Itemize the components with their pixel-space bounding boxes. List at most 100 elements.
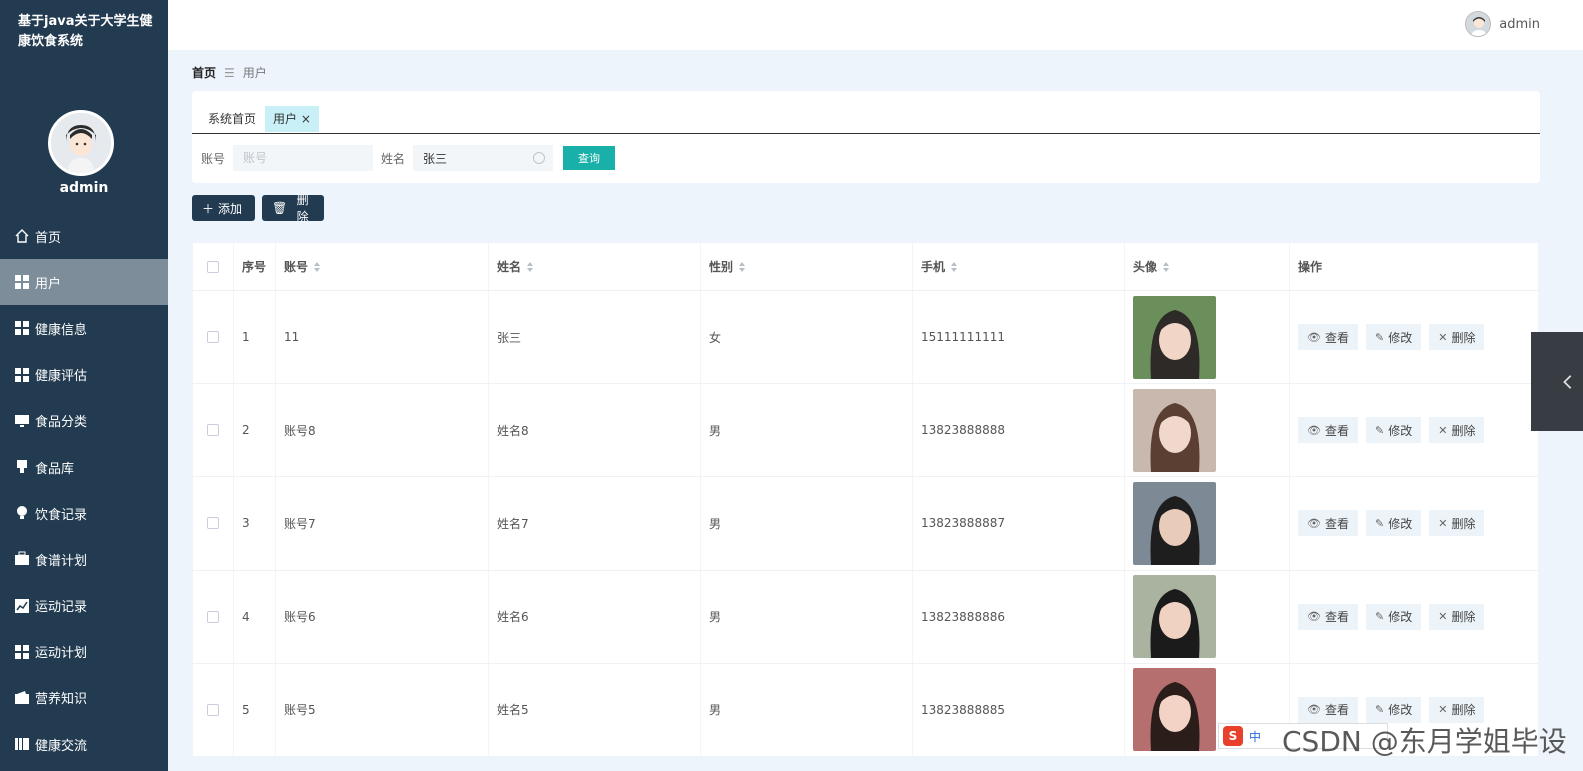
- edit-button[interactable]: ✎ 修改: [1365, 417, 1422, 444]
- user-photo: [1133, 295, 1216, 379]
- sidebar-item[interactable]: 用户: [0, 259, 168, 306]
- delete-button[interactable]: ✕ 删除: [1429, 417, 1485, 444]
- delete-label: 删除: [296, 193, 309, 224]
- close-icon: ✕: [1438, 423, 1448, 437]
- grid-icon: [14, 320, 30, 336]
- view-button[interactable]: 👁 查看: [1298, 417, 1358, 444]
- view-button[interactable]: 👁 查看: [1298, 324, 1358, 351]
- cell-avatar: [1125, 291, 1290, 384]
- cell-index: 5: [234, 663, 276, 756]
- edit-button[interactable]: ✎ 修改: [1365, 696, 1422, 723]
- view-button[interactable]: 👁 查看: [1298, 603, 1358, 630]
- tab-bar: 系统首页 用户 ×: [192, 106, 1540, 134]
- header-name[interactable]: 姓名: [489, 243, 701, 290]
- tab-users[interactable]: 用户 ×: [265, 106, 319, 132]
- row-checkbox[interactable]: [193, 384, 234, 477]
- cell-phone: 13823888888: [913, 384, 1125, 477]
- sidebar-item[interactable]: 食品库: [0, 444, 168, 490]
- collapse-toggle[interactable]: [1531, 332, 1583, 431]
- row-checkbox[interactable]: [193, 477, 234, 570]
- user-photo: [1133, 388, 1216, 472]
- cell-account: 账号6: [276, 570, 489, 663]
- select-all-checkbox[interactable]: [193, 243, 234, 290]
- sidebar-item-label: 食谱计划: [35, 553, 88, 569]
- batch-delete-button[interactable]: 🗑 删除: [262, 193, 324, 224]
- edit-button[interactable]: ✎ 修改: [1365, 324, 1422, 351]
- grid-icon: [14, 644, 30, 660]
- row-checkbox[interactable]: [193, 663, 234, 756]
- edit-button[interactable]: ✎ 修改: [1365, 603, 1422, 630]
- cell-name: 姓名8: [489, 384, 701, 477]
- delete-button[interactable]: ✕ 删除: [1429, 603, 1485, 630]
- bulb-icon: [14, 505, 30, 521]
- close-icon: ✕: [1438, 610, 1448, 624]
- ime-lang: 中: [1249, 729, 1262, 744]
- edit-icon: ✎: [1374, 330, 1385, 344]
- close-icon[interactable]: ×: [297, 112, 311, 126]
- breadcrumb-home[interactable]: 首页: [192, 64, 216, 81]
- delete-button[interactable]: ✕ 删除: [1429, 324, 1485, 351]
- query-button[interactable]: 查询: [563, 146, 616, 170]
- table-row: 1 11 张三女 15111111111 👁 查看 ✎ 修改 ✕ 删除: [193, 291, 1538, 385]
- user-photo: [1133, 668, 1216, 752]
- cell-phone: 15111111111: [913, 291, 1125, 384]
- header-account[interactable]: 账号: [276, 243, 489, 290]
- cell-ops: 👁 查看 ✎ 修改 ✕ 删除: [1290, 571, 1538, 663]
- table-row: 2 账号8 姓名8 男 13823888888 👁 查看 ✎ 修改 ✕ 删除: [193, 384, 1538, 478]
- edit-icon: ✎: [1374, 610, 1385, 624]
- sidebar-username: admin: [59, 180, 109, 196]
- row-checkbox[interactable]: [193, 291, 234, 384]
- clear-icon[interactable]: [533, 152, 546, 164]
- user-menu[interactable]: admin: [1465, 11, 1540, 37]
- sort-icon[interactable]: [1163, 261, 1170, 272]
- sidebar-item[interactable]: 营养知识: [0, 675, 168, 721]
- grid-icon: [14, 367, 30, 383]
- eye-icon: 👁: [1307, 330, 1321, 344]
- tab-system-home[interactable]: 系统首页: [200, 106, 264, 132]
- add-button[interactable]: ＋添加: [192, 195, 255, 221]
- sidebar-item[interactable]: 健康交流: [0, 721, 168, 767]
- sort-icon[interactable]: [527, 261, 534, 272]
- eye-icon: 👁: [1307, 703, 1321, 717]
- sidebar-item[interactable]: 健康评估: [0, 352, 168, 398]
- edit-button[interactable]: ✎ 修改: [1365, 510, 1422, 537]
- view-button[interactable]: 👁 查看: [1298, 510, 1358, 537]
- sidebar-item-label: 营养知识: [35, 692, 88, 708]
- cell-index: 2: [234, 384, 276, 477]
- sidebar-item[interactable]: 食品分类: [0, 398, 168, 444]
- header-gender[interactable]: 性别: [701, 243, 913, 290]
- name-input[interactable]: [413, 145, 554, 171]
- header-phone[interactable]: 手机: [913, 243, 1125, 290]
- wallet-icon: [14, 690, 30, 706]
- sidebar-item-label: 饮食记录: [35, 507, 88, 523]
- row-checkbox[interactable]: [193, 570, 234, 663]
- sidebar-item[interactable]: 饮食记录: [0, 490, 168, 536]
- header-index: 序号: [234, 243, 276, 290]
- sidebar-item[interactable]: 健康信息: [0, 305, 168, 351]
- sort-icon[interactable]: [314, 261, 321, 272]
- cell-name: 姓名6: [489, 570, 701, 663]
- eye-icon: 👁: [1307, 610, 1321, 624]
- sidebar-item-label: 运动计划: [35, 646, 88, 662]
- cell-avatar: [1125, 477, 1290, 570]
- sort-icon[interactable]: [951, 261, 958, 272]
- sidebar-item[interactable]: 首页: [0, 213, 168, 259]
- cell-index: 3: [234, 477, 276, 570]
- sidebar-item[interactable]: 食谱计划: [0, 536, 168, 582]
- tab-label: 用户: [273, 112, 298, 126]
- delete-button[interactable]: ✕ 删除: [1429, 696, 1485, 723]
- sidebar-item[interactable]: 运动计划: [0, 629, 168, 675]
- cell-gender: 男: [701, 384, 913, 477]
- cell-name: 姓名5: [489, 663, 701, 756]
- view-label: 查看: [1324, 516, 1349, 531]
- sort-icon[interactable]: [739, 261, 746, 272]
- sidebar-item[interactable]: 运动记录: [0, 583, 168, 629]
- view-button[interactable]: 👁 查看: [1298, 696, 1358, 723]
- account-input[interactable]: [233, 145, 374, 171]
- cell-name: 张三: [489, 291, 701, 384]
- delete-button[interactable]: ✕ 删除: [1429, 510, 1485, 537]
- avatar: [48, 110, 114, 176]
- sidebar-item-label: 食品分类: [35, 415, 88, 431]
- header-avatar[interactable]: 头像: [1125, 243, 1290, 290]
- edit-label: 修改: [1388, 423, 1413, 438]
